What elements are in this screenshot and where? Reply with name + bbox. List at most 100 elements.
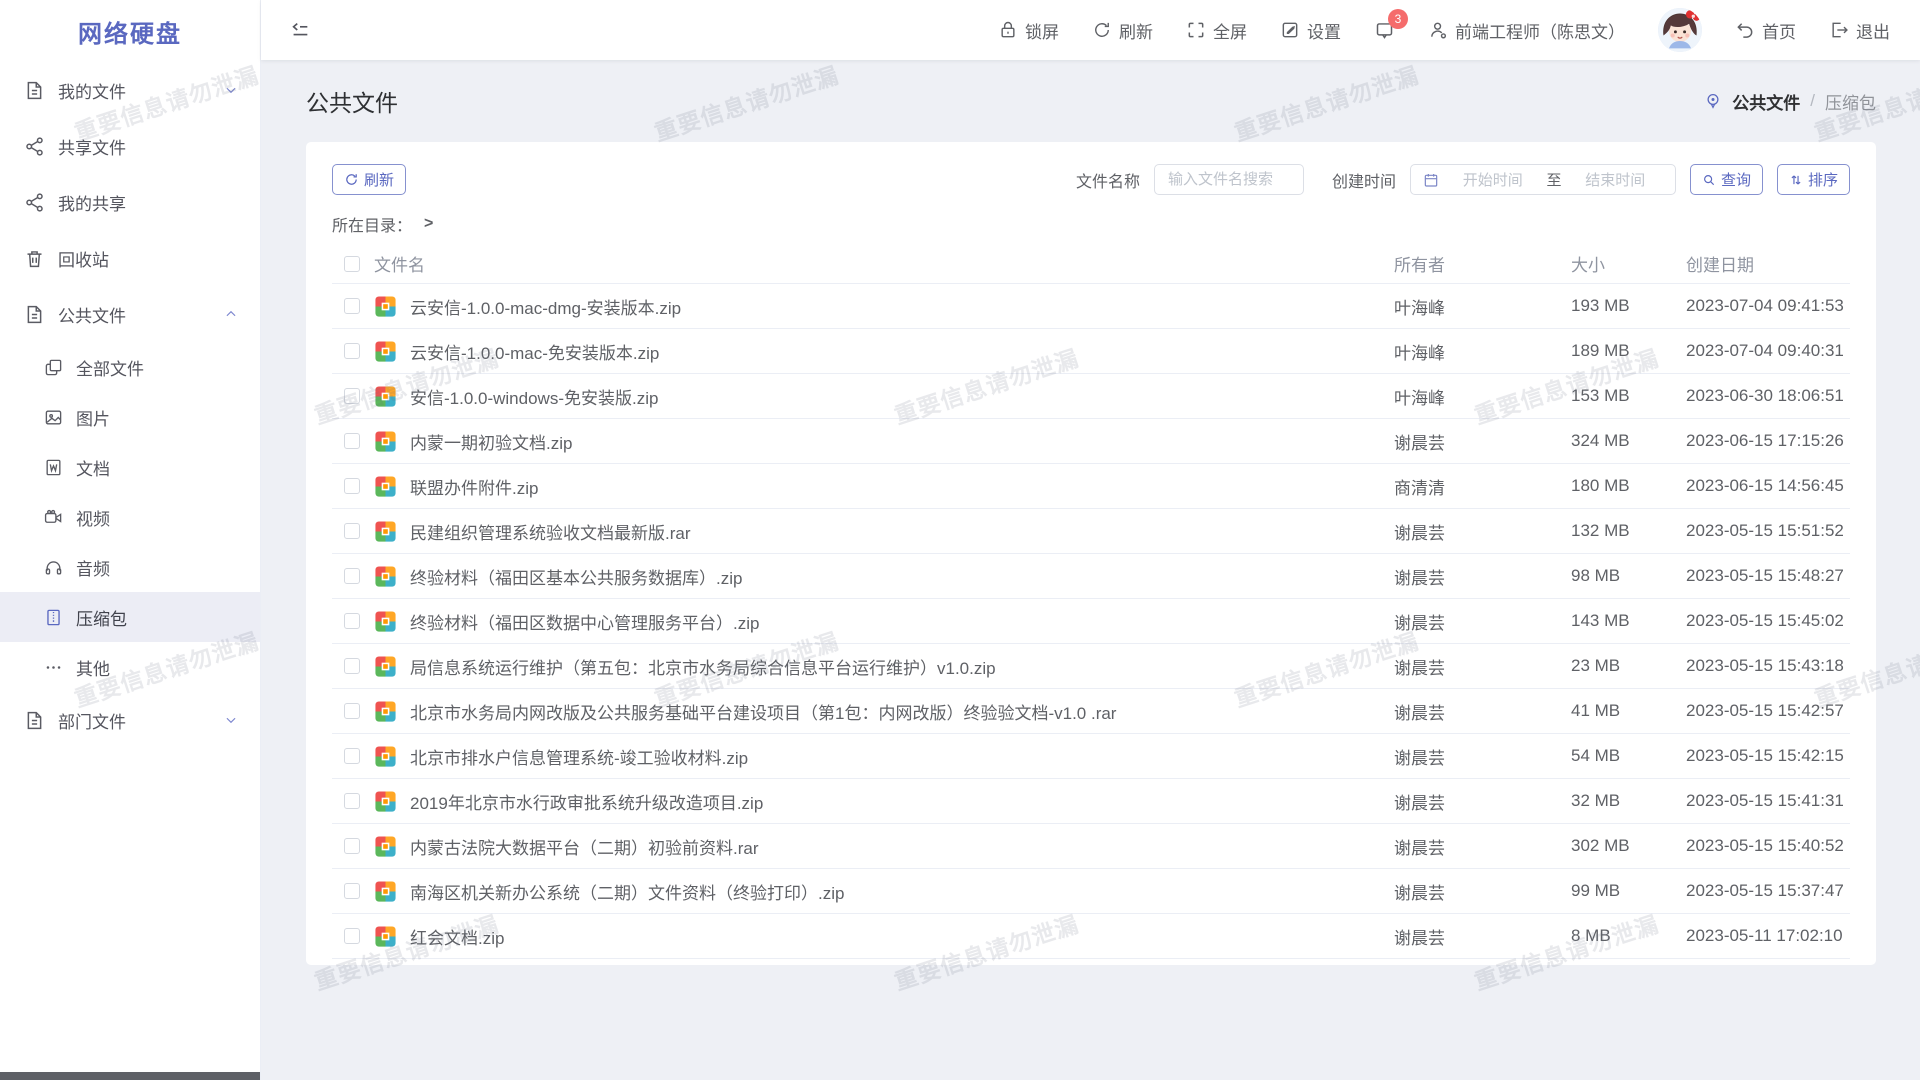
fullscreen-button[interactable]: 全屏 xyxy=(1186,18,1247,43)
collapse-sidebar-icon[interactable] xyxy=(289,19,311,41)
table-row[interactable]: 局信息系统运行维护（第五包：北京市水务局综合信息平台运行维护）v1.0.zip … xyxy=(332,644,1850,689)
image-icon xyxy=(44,408,63,427)
sidebar-item-my-files[interactable]: 我的文件 xyxy=(0,62,260,118)
file-created: 2023-05-15 15:43:18 xyxy=(1686,656,1850,676)
table-row[interactable]: 北京市排水户信息管理系统-竣工验收材料.zip 谢晨芸 54 MB 2023-0… xyxy=(332,734,1850,779)
sidebar-item-all-files[interactable]: 全部文件 xyxy=(0,342,260,392)
file-name[interactable]: 红会文档.zip xyxy=(410,924,1394,949)
sidebar-item-other[interactable]: 其他 xyxy=(0,642,260,692)
back-home-icon xyxy=(1735,20,1755,40)
sort-button[interactable]: 排序 xyxy=(1777,164,1850,195)
table-row[interactable]: 终验材料（福田区基本公共服务数据库）.zip 谢晨芸 98 MB 2023-05… xyxy=(332,554,1850,599)
table-row[interactable]: 北京市水务局内网改版及公共服务基础平台建设项目（第1包：内网改版）终验验文档-v… xyxy=(332,689,1850,734)
lock-icon xyxy=(998,20,1018,40)
table-row[interactable]: 云安信-1.0.0-mac-免安装版本.zip 叶海峰 189 MB 2023-… xyxy=(332,329,1850,374)
table-row[interactable]: 内蒙一期初验文档.zip 谢晨芸 324 MB 2023-06-15 17:15… xyxy=(332,419,1850,464)
file-created: 2023-05-15 15:40:52 xyxy=(1686,836,1850,856)
row-checkbox[interactable] xyxy=(344,613,360,629)
file-name[interactable]: 终验材料（福田区数据中心管理服务平台）.zip xyxy=(410,609,1394,634)
row-checkbox[interactable] xyxy=(344,883,360,899)
row-checkbox[interactable] xyxy=(344,433,360,449)
sidebar-item-public-files[interactable]: 公共文件 xyxy=(0,286,260,342)
breadcrumb-root[interactable]: 公共文件 xyxy=(1732,89,1800,114)
file-created: 2023-07-04 09:40:31 xyxy=(1686,341,1850,361)
sidebar-item-dept-files[interactable]: 部门文件 xyxy=(0,692,260,748)
file-name[interactable]: 南海区机关新办公系统（二期）文件资料（终验打印）.zip xyxy=(410,879,1394,904)
file-name[interactable]: 民建组织管理系统验收文档最新版.rar xyxy=(410,519,1394,544)
row-checkbox[interactable] xyxy=(344,658,360,674)
user-avatar[interactable] xyxy=(1658,8,1702,52)
file-owner: 谢晨芸 xyxy=(1394,609,1571,634)
file-owner: 谢晨芸 xyxy=(1394,744,1571,769)
row-checkbox[interactable] xyxy=(344,343,360,359)
notification-badge: 3 xyxy=(1388,9,1408,29)
table-row[interactable]: 南海区机关新办公系统（二期）文件资料（终验打印）.zip 谢晨芸 99 MB 2… xyxy=(332,869,1850,914)
file-created: 2023-05-15 15:37:47 xyxy=(1686,881,1850,901)
table-row[interactable]: 内蒙古法院大数据平台（二期）初验前资料.rar 谢晨芸 302 MB 2023-… xyxy=(332,824,1850,869)
query-button[interactable]: 查询 xyxy=(1690,164,1763,195)
files-icon xyxy=(44,358,63,377)
file-name[interactable]: 2019年北京市水行政审批系统升级改造项目.zip xyxy=(410,789,1394,814)
file-name[interactable]: 云安信-1.0.0-mac-dmg-安装版本.zip xyxy=(410,294,1394,319)
home-button[interactable]: 首页 xyxy=(1735,18,1796,43)
file-name[interactable]: 联盟办件附件.zip xyxy=(410,474,1394,499)
row-checkbox[interactable] xyxy=(344,793,360,809)
file-name[interactable]: 安信-1.0.0-windows-免安装版.zip xyxy=(410,384,1394,409)
table-header: 文件名 所有者 大小 创建日期 xyxy=(332,244,1850,284)
file-owner: 叶海峰 xyxy=(1394,339,1571,364)
row-checkbox[interactable] xyxy=(344,703,360,719)
date-range-picker[interactable]: 开始时间 至 结束时间 xyxy=(1410,164,1676,195)
sidebar-item-documents[interactable]: 文档 xyxy=(0,442,260,492)
settings-button[interactable]: 设置 xyxy=(1280,18,1341,43)
select-all-checkbox[interactable] xyxy=(344,256,360,272)
row-checkbox[interactable] xyxy=(344,298,360,314)
file-name[interactable]: 内蒙古法院大数据平台（二期）初验前资料.rar xyxy=(410,834,1394,859)
sidebar-item-shared-files[interactable]: 共享文件 xyxy=(0,118,260,174)
fullscreen-label: 全屏 xyxy=(1213,18,1247,43)
table-row[interactable]: 2019年北京市水行政审批系统升级改造项目.zip 谢晨芸 32 MB 2023… xyxy=(332,779,1850,824)
row-checkbox[interactable] xyxy=(344,478,360,494)
filename-search-input[interactable] xyxy=(1154,164,1304,195)
table-row[interactable]: 民建组织管理系统验收文档最新版.rar 谢晨芸 132 MB 2023-05-1… xyxy=(332,509,1850,554)
file-size: 8 MB xyxy=(1571,926,1686,946)
row-checkbox[interactable] xyxy=(344,568,360,584)
table-row[interactable]: 联盟办件附件.zip 商清清 180 MB 2023-06-15 14:56:4… xyxy=(332,464,1850,509)
user-menu[interactable]: 前端工程师（陈思文） xyxy=(1428,18,1625,43)
table-row[interactable]: 终验材料（福田区数据中心管理服务平台）.zip 谢晨芸 143 MB 2023-… xyxy=(332,599,1850,644)
zip-archive-icon xyxy=(374,385,410,408)
row-checkbox[interactable] xyxy=(344,523,360,539)
file-name[interactable]: 北京市水务局内网改版及公共服务基础平台建设项目（第1包：内网改版）终验验文档-v… xyxy=(410,699,1394,724)
sidebar-item-images[interactable]: 图片 xyxy=(0,392,260,442)
file-name[interactable]: 局信息系统运行维护（第五包：北京市水务局综合信息平台运行维护）v1.0.zip xyxy=(410,654,1394,679)
file-created: 2023-05-15 15:42:15 xyxy=(1686,746,1850,766)
sidebar-item-label: 音频 xyxy=(76,555,238,580)
file-name[interactable]: 云安信-1.0.0-mac-免安装版本.zip xyxy=(410,339,1394,364)
row-checkbox[interactable] xyxy=(344,838,360,854)
sidebar-item-archives[interactable]: 压缩包 xyxy=(0,592,260,642)
table-row[interactable]: 红会文档.zip 谢晨芸 8 MB 2023-05-11 17:02:10 xyxy=(332,914,1850,959)
sidebar-scrollbar[interactable] xyxy=(0,1072,260,1080)
sidebar-item-my-shares[interactable]: 我的共享 xyxy=(0,174,260,230)
refresh-button[interactable]: 刷新 xyxy=(1092,18,1153,43)
file-name[interactable]: 终验材料（福田区基本公共服务数据库）.zip xyxy=(410,564,1394,589)
file-name[interactable]: 内蒙一期初验文档.zip xyxy=(410,429,1394,454)
sidebar-item-label: 其他 xyxy=(76,655,238,680)
table-row[interactable]: 云安信-1.0.0-mac-dmg-安装版本.zip 叶海峰 193 MB 20… xyxy=(332,284,1850,329)
row-checkbox[interactable] xyxy=(344,748,360,764)
notifications-button[interactable]: 3 xyxy=(1374,20,1395,41)
sidebar-item-audio[interactable]: 音频 xyxy=(0,542,260,592)
lock-screen-button[interactable]: 锁屏 xyxy=(998,18,1059,43)
row-checkbox[interactable] xyxy=(344,928,360,944)
file-owner: 谢晨芸 xyxy=(1394,564,1571,589)
sidebar-item-videos[interactable]: 视频 xyxy=(0,492,260,542)
table-row[interactable]: 安信-1.0.0-windows-免安装版.zip 叶海峰 153 MB 202… xyxy=(332,374,1850,419)
refresh-list-button[interactable]: 刷新 xyxy=(332,164,406,195)
sidebar-item-recycle-bin[interactable]: 回收站 xyxy=(0,230,260,286)
sidebar-item-label: 公共文件 xyxy=(58,302,224,327)
file-name[interactable]: 北京市排水户信息管理系统-竣工验收材料.zip xyxy=(410,744,1394,769)
logout-button[interactable]: 退出 xyxy=(1829,18,1890,43)
sidebar-item-label: 回收站 xyxy=(58,246,238,271)
sidebar: 网络硬盘 我的文件 共享文件 我的共享 回收 xyxy=(0,0,261,1080)
file-created: 2023-06-30 18:06:51 xyxy=(1686,386,1850,406)
row-checkbox[interactable] xyxy=(344,388,360,404)
